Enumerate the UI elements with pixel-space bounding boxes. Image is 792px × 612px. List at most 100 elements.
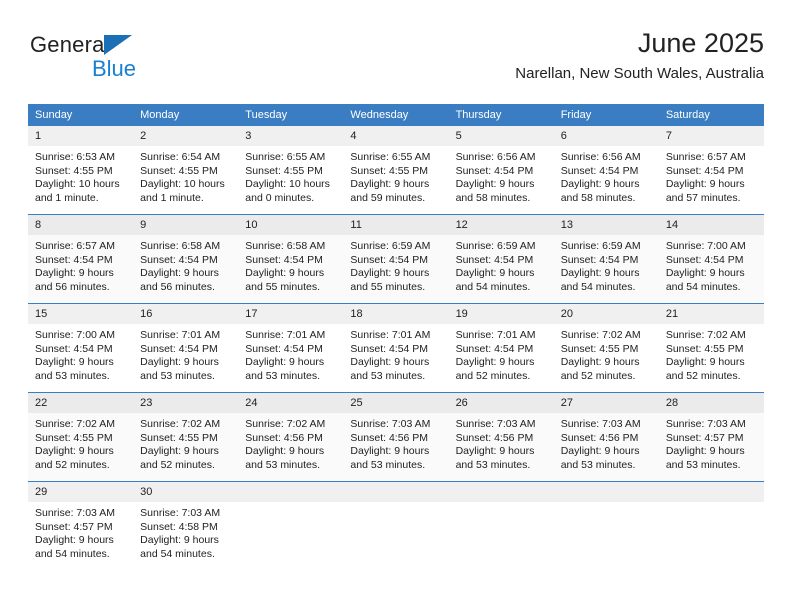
- calendar-day-cell[interactable]: 23 Sunrise: 7:02 AM Sunset: 4:55 PM Dayligh…: [133, 392, 239, 482]
- weekday-header-wednesday: Wednesday: [343, 104, 449, 126]
- sunrise-text: Sunrise: 7:01 AM: [350, 329, 431, 341]
- calendar-day-cell[interactable]: 28 Sunrise: 7:03 AM Sunset: 4:57 PM Dayligh…: [658, 392, 764, 482]
- daylight-text-line1: Daylight: 9 hours: [35, 445, 114, 457]
- triangle-icon: [104, 35, 132, 55]
- sunset-text: Sunset: 4:56 PM: [455, 431, 534, 444]
- daylight-text-line2: and 59 minutes.: [350, 191, 426, 204]
- day-details: Sunrise: 7:03 AM Sunset: 4:57 PM Daylight:…: [659, 413, 764, 472]
- calendar-day-cell[interactable]: 10 Sunrise: 6:58 AM Sunset: 4:54 PM Dayligh…: [238, 214, 344, 304]
- calendar-day-cell[interactable]: 2 Sunrise: 6:54 AM Sunset: 4:55 PM Daylight…: [133, 126, 239, 215]
- sunrise-text: Sunrise: 6:59 AM: [455, 240, 536, 252]
- calendar-day-cell[interactable]: 27 Sunrise: 7:03 AM Sunset: 4:56 PM Dayligh…: [553, 392, 659, 482]
- day-number: 3: [238, 126, 344, 146]
- calendar-day-cell[interactable]: 16 Sunrise: 7:01 AM Sunset: 4:54 PM Dayligh…: [133, 303, 239, 393]
- daylight-text-line2: and 58 minutes.: [560, 191, 636, 204]
- sunset-text: Sunset: 4:55 PM: [35, 164, 113, 177]
- day-details: Sunrise: 7:03 AM Sunset: 4:56 PM Daylight:…: [343, 413, 448, 472]
- day-number: 8: [28, 215, 134, 235]
- sunset-text: Sunset: 4:55 PM: [140, 431, 218, 444]
- calendar-day-cell[interactable]: 15 Sunrise: 7:00 AM Sunset: 4:54 PM Dayligh…: [28, 303, 134, 393]
- calendar-day-cell-empty: [658, 482, 764, 571]
- sunset-text: Sunset: 4:54 PM: [350, 342, 429, 355]
- daylight-text-line2: and 57 minutes.: [665, 191, 741, 204]
- sunrise-text: Sunrise: 7:03 AM: [665, 418, 746, 430]
- calendar-day-cell[interactable]: 14 Sunrise: 7:00 AM Sunset: 4:54 PM Dayligh…: [658, 214, 764, 304]
- calendar-day-cell[interactable]: 22 Sunrise: 7:02 AM Sunset: 4:55 PM Dayligh…: [28, 392, 134, 482]
- weekday-header-tuesday: Tuesday: [238, 104, 344, 126]
- day-details: Sunrise: 6:55 AM Sunset: 4:55 PM Daylight:…: [343, 146, 448, 205]
- calendar-day-cell[interactable]: 25 Sunrise: 7:03 AM Sunset: 4:56 PM Dayligh…: [343, 392, 449, 482]
- weekday-header-thursday: Thursday: [448, 104, 554, 126]
- sunset-text: Sunset: 4:55 PM: [665, 342, 744, 355]
- calendar-day-cell[interactable]: 26 Sunrise: 7:03 AM Sunset: 4:56 PM Dayligh…: [448, 392, 554, 482]
- calendar-day-cell-empty: [343, 482, 449, 571]
- title-block: June 2025 Narellan, New South Wales, Aus…: [515, 26, 764, 84]
- day-number: 20: [553, 304, 659, 324]
- calendar-day-cell[interactable]: 3 Sunrise: 6:55 AM Sunset: 4:55 PM Daylight…: [238, 126, 344, 215]
- daylight-text-line2: and 53 minutes.: [245, 369, 320, 382]
- day-number: 28: [658, 393, 764, 413]
- sunset-text: Sunset: 4:56 PM: [560, 431, 639, 444]
- daylight-text-line2: and 55 minutes.: [245, 280, 320, 293]
- daylight-text-line1: Daylight: 9 hours: [665, 445, 745, 457]
- calendar-day-cell[interactable]: 30 Sunrise: 7:03 AM Sunset: 4:58 PM Dayligh…: [133, 482, 239, 571]
- day-number: 16: [133, 304, 239, 324]
- calendar-day-cell[interactable]: 21 Sunrise: 7:02 AM Sunset: 4:55 PM Dayligh…: [658, 303, 764, 393]
- day-details: Sunrise: 7:03 AM Sunset: 4:56 PM Daylight:…: [449, 413, 554, 472]
- calendar-day-cell[interactable]: 8 Sunrise: 6:57 AM Sunset: 4:54 PM Daylight…: [28, 214, 134, 304]
- daylight-text-line1: Daylight: 9 hours: [35, 534, 114, 546]
- daylight-text-line2: and 53 minutes.: [455, 458, 531, 471]
- calendar-day-cell[interactable]: 4 Sunrise: 6:55 AM Sunset: 4:55 PM Daylight…: [343, 126, 449, 215]
- sunset-text: Sunset: 4:55 PM: [35, 431, 113, 444]
- daylight-text-line1: Daylight: 9 hours: [245, 445, 325, 457]
- daylight-text-line1: Daylight: 9 hours: [455, 267, 535, 279]
- day-details: Sunrise: 6:56 AM Sunset: 4:54 PM Daylight:…: [554, 146, 659, 205]
- sunset-text: Sunset: 4:55 PM: [245, 164, 323, 177]
- calendar-day-cell[interactable]: 20 Sunrise: 7:02 AM Sunset: 4:55 PM Dayligh…: [553, 303, 659, 393]
- sunrise-text: Sunrise: 7:00 AM: [665, 240, 746, 252]
- day-number: [448, 482, 554, 502]
- calendar-day-cell[interactable]: 6 Sunrise: 6:56 AM Sunset: 4:54 PM Daylight…: [553, 126, 659, 215]
- calendar-day-cell[interactable]: 5 Sunrise: 6:56 AM Sunset: 4:54 PM Daylight…: [448, 126, 554, 215]
- daylight-text-line2: and 54 minutes.: [560, 280, 636, 293]
- daylight-text-line1: Daylight: 9 hours: [350, 356, 430, 368]
- daylight-text-line2: and 52 minutes.: [35, 458, 110, 471]
- day-details: [238, 502, 343, 507]
- daylight-text-line2: and 1 minute.: [35, 191, 99, 204]
- calendar-day-cell[interactable]: 9 Sunrise: 6:58 AM Sunset: 4:54 PM Daylight…: [133, 214, 239, 304]
- page-subtitle: Narellan, New South Wales, Australia: [515, 65, 764, 82]
- sunset-text: Sunset: 4:57 PM: [35, 520, 113, 533]
- daylight-text-line1: Daylight: 10 hours: [140, 178, 225, 190]
- day-details: Sunrise: 7:03 AM Sunset: 4:57 PM Daylight:…: [28, 502, 133, 561]
- daylight-text-line2: and 53 minutes.: [35, 369, 110, 382]
- page-header: General Blue June 2025 Narellan, New Sou…: [28, 26, 764, 98]
- daylight-text-line1: Daylight: 9 hours: [35, 267, 114, 279]
- day-number: 9: [133, 215, 239, 235]
- calendar-day-cell[interactable]: 11 Sunrise: 6:59 AM Sunset: 4:54 PM Dayligh…: [343, 214, 449, 304]
- day-number: 22: [28, 393, 134, 413]
- calendar-day-cell[interactable]: 17 Sunrise: 7:01 AM Sunset: 4:54 PM Dayligh…: [238, 303, 344, 393]
- day-number: [238, 482, 344, 502]
- calendar-day-cell[interactable]: 7 Sunrise: 6:57 AM Sunset: 4:54 PM Daylight…: [658, 126, 764, 215]
- calendar-day-cell[interactable]: 12 Sunrise: 6:59 AM Sunset: 4:54 PM Dayligh…: [448, 214, 554, 304]
- sunrise-text: Sunrise: 6:55 AM: [245, 151, 326, 163]
- day-details: [554, 502, 659, 507]
- day-details: Sunrise: 7:02 AM Sunset: 4:55 PM Daylight:…: [133, 413, 238, 472]
- calendar-day-cell[interactable]: 1 Sunrise: 6:53 AM Sunset: 4:55 PM Daylight…: [28, 126, 134, 215]
- day-details: Sunrise: 6:58 AM Sunset: 4:54 PM Daylight:…: [238, 235, 343, 294]
- sunset-text: Sunset: 4:56 PM: [245, 431, 323, 444]
- sunrise-sunset-calendar: Sunday Monday Tuesday Wednesday Thursday…: [28, 104, 764, 570]
- calendar-day-cell[interactable]: 18 Sunrise: 7:01 AM Sunset: 4:54 PM Dayligh…: [343, 303, 449, 393]
- weekday-header-saturday: Saturday: [658, 104, 764, 126]
- calendar-day-cell[interactable]: 29 Sunrise: 7:03 AM Sunset: 4:57 PM Dayligh…: [28, 482, 134, 571]
- sunset-text: Sunset: 4:55 PM: [140, 164, 218, 177]
- day-details: Sunrise: 7:01 AM Sunset: 4:54 PM Daylight:…: [238, 324, 343, 383]
- calendar-day-cell[interactable]: 24 Sunrise: 7:02 AM Sunset: 4:56 PM Dayligh…: [238, 392, 344, 482]
- day-details: Sunrise: 6:59 AM Sunset: 4:54 PM Daylight:…: [449, 235, 554, 294]
- sunset-text: Sunset: 4:54 PM: [665, 253, 744, 266]
- calendar-day-cell[interactable]: 13 Sunrise: 6:59 AM Sunset: 4:54 PM Dayligh…: [553, 214, 659, 304]
- calendar-day-cell[interactable]: 19 Sunrise: 7:01 AM Sunset: 4:54 PM Dayligh…: [448, 303, 554, 393]
- general-blue-logo[interactable]: General Blue: [30, 32, 240, 90]
- day-details: Sunrise: 7:02 AM Sunset: 4:55 PM Daylight:…: [659, 324, 764, 383]
- daylight-text-line1: Daylight: 9 hours: [140, 267, 219, 279]
